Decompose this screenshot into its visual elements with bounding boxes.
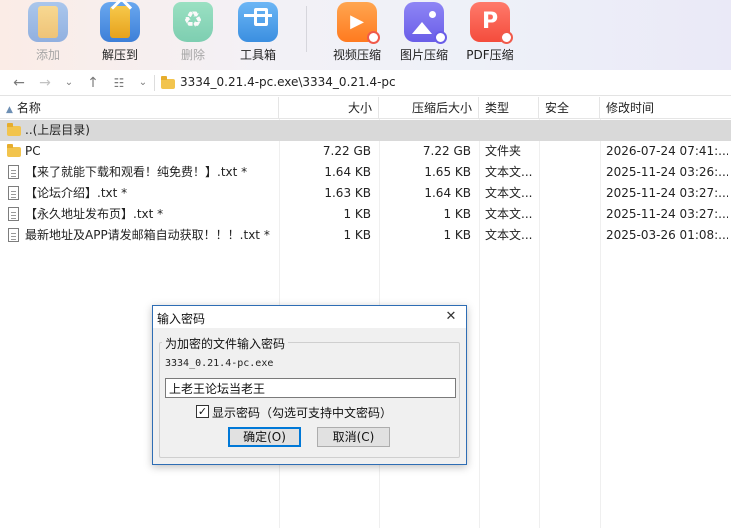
add-archive-icon bbox=[28, 2, 68, 42]
show-password-label[interactable]: 显示密码（勾选可支持中文密码） bbox=[212, 404, 392, 421]
video-compress-button-label: 视频压缩 bbox=[332, 48, 381, 62]
up-arrow-icon[interactable]: ↑ bbox=[84, 73, 102, 93]
delete-button-label: 删除 bbox=[180, 48, 205, 62]
cell-size: 1.63 KB bbox=[324, 186, 371, 200]
cell-packed-size: 1 KB bbox=[443, 228, 471, 242]
image-compress-button[interactable]: 图片压缩 bbox=[392, 0, 456, 70]
sort-up-icon: ▲ bbox=[6, 105, 13, 115]
cell-packed-size: 1.65 KB bbox=[424, 165, 471, 179]
cell-type: 文本文... bbox=[485, 186, 533, 200]
text-file-icon bbox=[8, 207, 19, 221]
column-header-modified[interactable]: 修改时间 bbox=[600, 97, 731, 119]
pdf-compress-button-label: PDF压缩 bbox=[466, 48, 514, 62]
cell-name: 【来了就能下载和观看！纯免费！】.txt * bbox=[25, 165, 248, 179]
file-list-row[interactable]: PC 7.22 GB 7.22 GB 文件夹 2026-07-24 07:41:... bbox=[0, 141, 731, 162]
pdf-compress-icon bbox=[470, 2, 513, 44]
toolbox-icon bbox=[238, 2, 278, 42]
cell-modified: 2025-11-24 03:26:... bbox=[606, 165, 728, 179]
file-list-row[interactable]: 【来了就能下载和观看！纯免费！】.txt * 1.64 KB 1.65 KB 文本文.… bbox=[0, 162, 731, 183]
add-button[interactable]: 添加 bbox=[16, 0, 80, 70]
back-arrow-icon[interactable]: ← bbox=[10, 73, 28, 93]
cell-type: 文本文... bbox=[485, 228, 533, 242]
cell-name: 最新地址及APP请发邮箱自动获取！！！.txt * bbox=[25, 228, 270, 242]
image-compress-icon bbox=[404, 2, 447, 44]
address-path[interactable]: 3334_0.21.4-pc.exe\3334_0.21.4-pc bbox=[180, 75, 396, 89]
delete-button[interactable]: 删除 bbox=[161, 0, 225, 70]
password-dialog: 输入密码 ✕ 为加密的文件输入密码 3334_0.21.4-pc.exe ✓ 显… bbox=[152, 305, 467, 465]
folder-icon bbox=[7, 123, 21, 136]
cell-modified bbox=[606, 120, 728, 141]
text-file-icon bbox=[8, 228, 19, 242]
text-file-icon bbox=[8, 165, 19, 179]
file-list-row[interactable]: 【永久地址发布页】.txt * 1 KB 1 KB 文本文... 2025-11-24 … bbox=[0, 204, 731, 225]
column-header-packed-size[interactable]: 压缩后大小 bbox=[379, 97, 479, 119]
cell-modified: 2025-03-26 01:08:... bbox=[606, 228, 728, 242]
recycle-delete-icon bbox=[173, 2, 213, 42]
cell-modified: 2025-11-24 03:27:... bbox=[606, 186, 728, 200]
video-compress-button[interactable]: 视频压缩 bbox=[325, 0, 389, 70]
pdf-compress-button[interactable]: PDF压缩 bbox=[458, 0, 522, 70]
dialog-titlebar[interactable]: 输入密码 ✕ bbox=[153, 306, 466, 328]
file-list-row[interactable]: ..(上层目录) bbox=[0, 120, 731, 141]
history-dropdown-icon[interactable]: ⌄ bbox=[60, 73, 78, 93]
cell-size bbox=[279, 120, 371, 141]
file-list-row[interactable]: 最新地址及APP请发邮箱自动获取！！！.txt * 1 KB 1 KB 文本文... 2… bbox=[0, 225, 731, 246]
toolbox-button-label: 工具箱 bbox=[239, 48, 276, 62]
cell-packed-size: 7.22 GB bbox=[422, 144, 471, 158]
address-divider bbox=[154, 75, 155, 91]
cell-packed-size bbox=[379, 120, 471, 141]
encrypted-filename: 3334_0.21.4-pc.exe bbox=[165, 358, 274, 369]
column-header-row: ▲ 名称 大小 压缩后大小 类型 安全 修改时间 bbox=[0, 97, 731, 119]
cell-name: 【论坛介绍】.txt * bbox=[25, 186, 128, 200]
cell-type: 文本文... bbox=[485, 165, 533, 179]
folder-icon bbox=[161, 76, 175, 89]
cancel-button[interactable]: 取消(C) bbox=[317, 427, 390, 447]
toolbar: 添加 解压到 删除 工具箱 视频压缩 图片压缩 PDF压缩 bbox=[0, 0, 731, 70]
folder-icon bbox=[7, 144, 21, 157]
text-file-icon bbox=[8, 186, 19, 200]
cell-size: 1.64 KB bbox=[324, 165, 371, 179]
column-header-name[interactable]: ▲ 名称 bbox=[0, 97, 279, 119]
column-header-security[interactable]: 安全 bbox=[539, 97, 600, 119]
view-dropdown-icon[interactable]: ⌄ bbox=[134, 73, 152, 93]
compress-badge-icon bbox=[367, 31, 380, 44]
video-compress-icon bbox=[337, 2, 380, 44]
column-header-type[interactable]: 类型 bbox=[479, 97, 539, 119]
cell-modified: 2025-11-24 03:27:... bbox=[606, 207, 728, 221]
dialog-title: 输入密码 bbox=[157, 312, 206, 326]
ok-button[interactable]: 确定(O) bbox=[228, 427, 301, 447]
file-list-row[interactable]: 【论坛介绍】.txt * 1.63 KB 1.64 KB 文本文... 2025-11-… bbox=[0, 183, 731, 204]
compress-badge-icon bbox=[434, 31, 447, 44]
cell-type: 文本文... bbox=[485, 207, 533, 221]
toolbox-button[interactable]: 工具箱 bbox=[226, 0, 290, 70]
extract-to-button-label: 解压到 bbox=[101, 48, 138, 62]
cell-name: 【永久地址发布页】.txt * bbox=[25, 207, 164, 221]
cell-name: ..(上层目录) bbox=[25, 123, 90, 137]
password-input[interactable] bbox=[165, 378, 456, 398]
add-button-label: 添加 bbox=[35, 48, 60, 62]
extract-to-button[interactable]: 解压到 bbox=[88, 0, 152, 70]
cell-type bbox=[485, 120, 537, 141]
cell-name: PC bbox=[25, 144, 41, 158]
group-label: 为加密的文件输入密码 bbox=[162, 335, 289, 352]
view-mode-icon[interactable]: ☷ bbox=[110, 73, 128, 93]
cell-modified: 2026-07-24 07:41:... bbox=[606, 144, 728, 158]
address-bar: ← → ⌄ ↑ ☷ ⌄ 3334_0.21.4-pc.exe\3334_0.21… bbox=[0, 70, 731, 96]
cell-size: 1 KB bbox=[343, 228, 371, 242]
close-icon[interactable]: ✕ bbox=[441, 308, 461, 326]
cell-size: 7.22 GB bbox=[322, 144, 371, 158]
cell-packed-size: 1.64 KB bbox=[424, 186, 471, 200]
extract-icon bbox=[100, 2, 140, 42]
show-password-checkbox[interactable]: ✓ bbox=[196, 405, 209, 418]
forward-arrow-icon[interactable]: → bbox=[36, 73, 54, 93]
cell-type: 文件夹 bbox=[485, 144, 522, 158]
cell-packed-size: 1 KB bbox=[443, 207, 471, 221]
toolbar-divider bbox=[306, 6, 307, 52]
cell-size: 1 KB bbox=[343, 207, 371, 221]
compress-badge-icon bbox=[500, 31, 513, 44]
column-header-size[interactable]: 大小 bbox=[279, 97, 379, 119]
checkmark-icon: ✓ bbox=[197, 405, 208, 418]
image-compress-button-label: 图片压缩 bbox=[399, 48, 448, 62]
